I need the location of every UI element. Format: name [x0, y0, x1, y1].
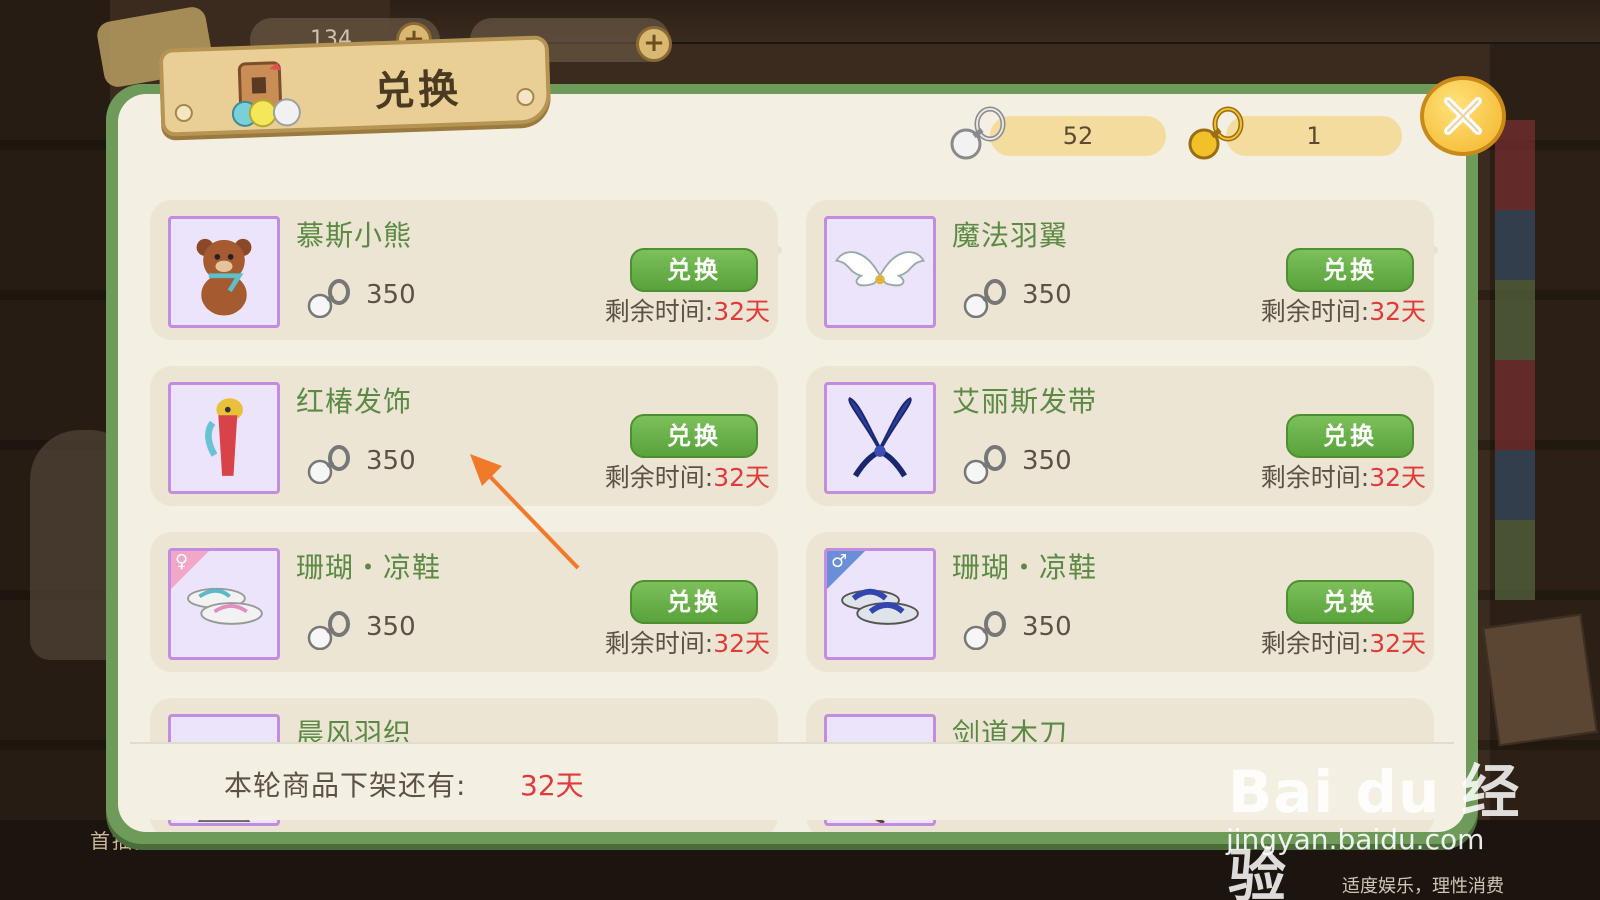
remaining-time-label: 剩余时间:	[1260, 463, 1370, 492]
remaining-time-value: 32天	[713, 629, 770, 658]
footer-label: 本轮商品下架还有:	[224, 769, 467, 802]
item-cost: 350	[366, 612, 416, 642]
item-card[interactable]: 魔法羽翼 350 兑换 剩余时间:32天	[806, 200, 1434, 340]
remaining-time-value: 32天	[1369, 297, 1426, 326]
item-card[interactable]: 慕斯小熊 350 兑换 剩余时间:32天	[150, 200, 778, 340]
exchange-dialog-content: 慕斯小熊 350 兑换 剩余时间:32天 魔法羽翼 350 兑换 剩余时间:32天 红椿发饰 35…	[118, 94, 1466, 832]
watermark-url: jingyan.baidu.com	[1226, 823, 1485, 856]
silver-key-coin-icon	[963, 445, 1006, 484]
plank-nail-right	[516, 87, 535, 107]
dialog-title: 兑换	[373, 66, 463, 116]
top-currency-add-button-2[interactable]: +	[636, 26, 672, 62]
item-cost: 350	[366, 446, 416, 476]
silver-key-coin-icon	[963, 279, 1006, 318]
item-thumbnail[interactable]: ♂	[824, 548, 936, 660]
redeem-button[interactable]: 兑换	[1286, 248, 1414, 292]
ribbon-headband-icon	[848, 397, 912, 478]
item-thumbnail[interactable]: ♀	[168, 548, 280, 660]
baidu-watermark: Bai du 经验 jingyan.baidu.com	[1226, 745, 1528, 900]
close-button[interactable]	[1420, 76, 1506, 156]
remaining-time: 剩余时间:32天	[605, 292, 770, 328]
exchange-dialog: 慕斯小熊 350 兑换 剩余时间:32天 魔法羽翼 350 兑换 剩余时间:32天 红椿发饰 35…	[106, 84, 1478, 844]
remaining-time-value: 32天	[1369, 463, 1426, 492]
item-thumbnail[interactable]	[824, 216, 936, 328]
item-name: 珊瑚・凉鞋	[296, 551, 442, 584]
background-box	[1482, 613, 1598, 747]
remaining-time-label: 剩余时间:	[604, 463, 714, 492]
item-thumbnail[interactable]	[824, 382, 936, 494]
item-thumbnail[interactable]	[168, 382, 280, 494]
item-thumbnail[interactable]	[168, 216, 280, 328]
remaining-time: 剩余时间:32天	[1261, 292, 1426, 328]
item-cost: 350	[366, 280, 416, 310]
close-icon	[1444, 97, 1482, 135]
redeem-button[interactable]: 兑换	[630, 414, 758, 458]
item-card[interactable]: ♂ 珊瑚・凉鞋 350 兑换 剩余时间:32天	[806, 532, 1434, 672]
gold-currency-display: 1	[1226, 116, 1402, 156]
remaining-time: 剩余时间:32天	[1261, 458, 1426, 494]
remaining-time-label: 剩余时间:	[604, 297, 714, 326]
remaining-time-label: 剩余时间:	[1260, 297, 1370, 326]
item-name: 珊瑚・凉鞋	[952, 551, 1098, 584]
silver-key-coin-icon	[307, 445, 350, 484]
redeem-button[interactable]: 兑换	[1286, 580, 1414, 624]
silver-currency-value: 52	[1062, 122, 1094, 150]
gold-key-coin-icon	[1188, 106, 1244, 160]
footer-remaining-time: 32天	[520, 769, 584, 802]
gender-symbol: ♀	[175, 551, 189, 572]
remaining-time: 剩余时间:32天	[605, 624, 770, 660]
gacha-machine-icon	[231, 61, 301, 128]
remaining-time-value: 32天	[1369, 629, 1426, 658]
gender-symbol: ♂	[831, 551, 848, 572]
annotation-arrow	[470, 454, 580, 570]
redeem-button[interactable]: 兑换	[1286, 414, 1414, 458]
silver-key-coin-icon	[307, 611, 350, 650]
remaining-time-label: 剩余时间:	[604, 629, 714, 658]
remaining-time-value: 32天	[713, 463, 770, 492]
item-cost: 350	[1022, 280, 1072, 310]
silver-key-coin-icon	[950, 106, 1006, 160]
item-name: 慕斯小熊	[296, 219, 413, 252]
plank-nail-left	[174, 103, 194, 123]
silver-key-coin-icon	[963, 611, 1006, 650]
item-cost: 350	[1022, 612, 1072, 642]
gold-currency-value: 1	[1306, 122, 1322, 150]
teddy-bear-icon	[196, 238, 252, 316]
silver-currency-display: 52	[990, 116, 1166, 156]
wings-icon	[834, 251, 926, 287]
hair-ornament-icon	[205, 398, 243, 476]
item-name: 魔法羽翼	[952, 219, 1069, 252]
redeem-button[interactable]: 兑换	[630, 580, 758, 624]
silver-key-coin-icon	[307, 279, 350, 318]
remaining-time-value: 32天	[713, 297, 770, 326]
redeem-button[interactable]: 兑换	[630, 248, 758, 292]
remaining-time: 剩余时间:32天	[1261, 624, 1426, 660]
item-card[interactable]: 艾丽斯发带 350 兑换 剩余时间:32天	[806, 366, 1434, 506]
remaining-time: 剩余时间:32天	[605, 458, 770, 494]
item-name: 红椿发饰	[296, 385, 413, 418]
background-books	[1495, 120, 1535, 600]
item-name: 艾丽斯发带	[952, 385, 1098, 418]
dialog-title-plank: 兑换	[158, 35, 552, 137]
item-cost: 350	[1022, 446, 1072, 476]
remaining-time-label: 剩余时间:	[1260, 629, 1370, 658]
